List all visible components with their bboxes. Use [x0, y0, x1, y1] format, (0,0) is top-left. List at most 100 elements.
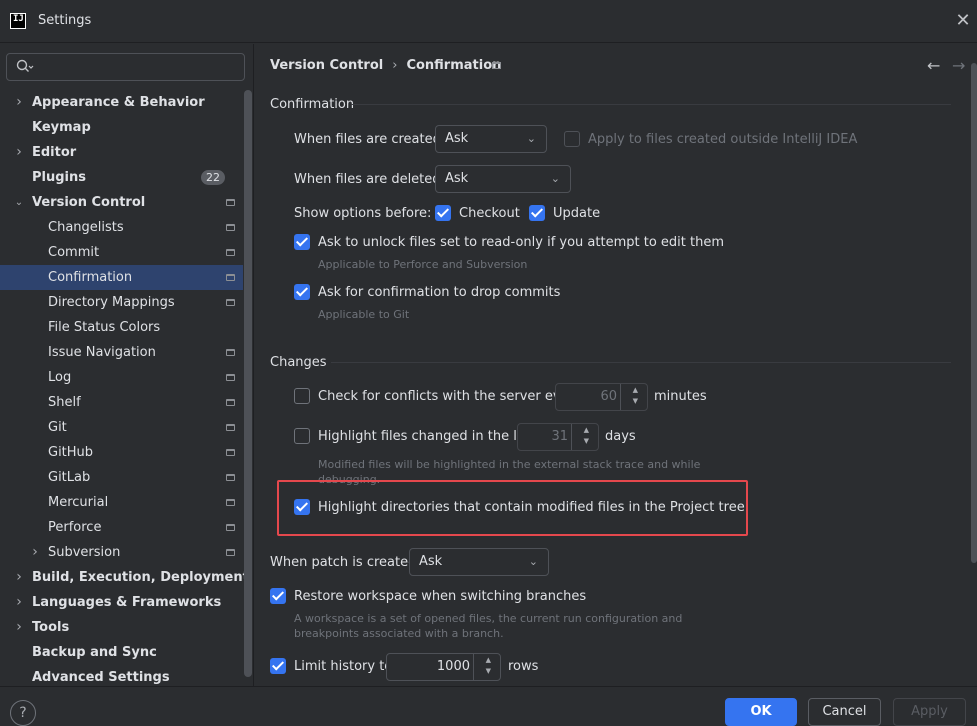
conflicts-interval-spinner[interactable]: 60 ▲ ▼ — [555, 383, 648, 411]
chevron-right-icon[interactable]: › — [13, 565, 25, 590]
history-limit-unit: rows — [508, 659, 539, 674]
settings-tree: › Appearance & Behavior Keymap › Editor Plugi… — [0, 90, 249, 690]
chevron-right-icon[interactable]: › — [13, 590, 25, 615]
sidebar-item-gitlab[interactable]: GitLab — [0, 465, 243, 490]
sidebar-item-label: Perforce — [48, 520, 102, 535]
sidebar-item-perforce[interactable]: Perforce — [0, 515, 243, 540]
content-scrollbar[interactable] — [971, 63, 977, 563]
drop-commits-checkbox[interactable] — [294, 284, 310, 300]
sidebar-scrollbar[interactable] — [244, 90, 252, 677]
cancel-button[interactable]: Cancel — [808, 698, 881, 726]
chevron-right-icon[interactable]: › — [13, 615, 25, 640]
breadcrumb-parent[interactable]: Version Control — [270, 58, 383, 73]
sidebar-item-plugins[interactable]: Plugins 22 — [0, 165, 243, 190]
checkout-checkbox[interactable] — [435, 205, 451, 221]
update-label: Update — [553, 206, 601, 221]
sidebar-item-issue-navigation[interactable]: Issue Navigation — [0, 340, 243, 365]
sidebar-item-subversion[interactable]: › Subversion — [0, 540, 243, 565]
project-scope-icon — [226, 449, 235, 456]
sidebar-item-version-control[interactable]: ⌄ Version Control — [0, 190, 243, 215]
sidebar-item-tools[interactable]: › Tools — [0, 615, 243, 640]
sidebar-item-label: Mercurial — [48, 495, 109, 510]
sidebar-item-directory-mappings[interactable]: Directory Mappings — [0, 290, 243, 315]
sidebar-item-build-execution-deployment[interactable]: › Build, Execution, Deployment — [0, 565, 249, 590]
limit-history-checkbox[interactable] — [270, 658, 286, 674]
sidebar-item-editor[interactable]: › Editor — [0, 140, 243, 165]
chevron-down-icon[interactable]: ⌄ — [13, 190, 25, 215]
sidebar-item-label: Tools — [32, 620, 70, 635]
sidebar-item-label: Backup and Sync — [32, 645, 157, 660]
sidebar-item-label: Keymap — [32, 120, 91, 135]
sidebar-item-commit[interactable]: Commit — [0, 240, 243, 265]
sidebar-item-changelists[interactable]: Changelists — [0, 215, 243, 240]
sidebar-item-log[interactable]: Log — [0, 365, 243, 390]
forward-arrow-icon[interactable]: → — [952, 56, 965, 75]
update-checkbox[interactable] — [529, 205, 545, 221]
apply-outside-checkbox[interactable] — [564, 131, 580, 147]
project-scope-icon — [226, 524, 235, 531]
unlock-readonly-label: Ask to unlock files set to read-only if … — [318, 235, 725, 250]
highlight-days-unit: days — [605, 429, 636, 444]
patch-created-dropdown[interactable]: Ask ⌄ — [409, 548, 549, 576]
sidebar-item-confirmation[interactable]: Confirmation — [0, 265, 243, 290]
conflicts-interval-value: 60 — [600, 389, 617, 404]
apply-button[interactable]: Apply — [893, 698, 966, 726]
sidebar-item-label: Build, Execution, Deployment — [32, 570, 249, 585]
restore-workspace-checkbox[interactable] — [270, 588, 286, 604]
sidebar-item-backup-and-sync[interactable]: Backup and Sync — [0, 640, 243, 665]
unlock-readonly-checkbox[interactable] — [294, 234, 310, 250]
sidebar-item-shelf[interactable]: Shelf — [0, 390, 243, 415]
highlight-days-value: 31 — [551, 429, 568, 444]
project-scope-icon — [492, 62, 501, 69]
project-scope-icon — [226, 474, 235, 481]
restore-workspace-hint-2: breakpoints associated with a branch. — [294, 627, 504, 640]
highlight-changed-label: Highlight files changed in the last — [318, 429, 537, 444]
ok-button[interactable]: OK — [725, 698, 797, 726]
search-input[interactable] — [6, 53, 245, 81]
history-limit-spinner[interactable]: 1000 ▲ ▼ — [386, 653, 501, 681]
drop-commits-hint: Applicable to Git — [318, 308, 410, 321]
spinner-up-icon[interactable]: ▲ — [584, 426, 589, 435]
sidebar-item-mercurial[interactable]: Mercurial — [0, 490, 243, 515]
files-deleted-value: Ask — [445, 171, 469, 186]
spinner-down-icon[interactable]: ▼ — [584, 437, 589, 446]
sidebar-item-file-status-colors[interactable]: File Status Colors — [0, 315, 243, 340]
spinner-up-icon[interactable]: ▲ — [633, 386, 638, 395]
restore-workspace-hint: A workspace is a set of opened files, th… — [294, 612, 683, 625]
annotation-highlight-box — [277, 480, 748, 536]
settings-sidebar: › Appearance & Behavior Keymap › Editor Plugi… — [0, 44, 254, 686]
sidebar-item-label: Languages & Frameworks — [32, 595, 222, 610]
chevron-down-icon: ⌄ — [550, 172, 560, 185]
highlight-changed-checkbox[interactable] — [294, 428, 310, 444]
sidebar-item-label: GitHub — [48, 445, 94, 460]
check-conflicts-checkbox[interactable] — [294, 388, 310, 404]
sidebar-item-github[interactable]: GitHub — [0, 440, 243, 465]
chevron-down-icon: ⌄ — [528, 555, 538, 568]
spinner-up-icon[interactable]: ▲ — [486, 656, 491, 665]
show-options-label: Show options before: — [294, 206, 432, 221]
highlight-days-spinner[interactable]: 31 ▲ ▼ — [517, 423, 599, 451]
apply-outside-label: Apply to files created outside IntelliJ … — [588, 132, 858, 147]
sidebar-item-languages-frameworks[interactable]: › Languages & Frameworks — [0, 590, 243, 615]
help-button[interactable]: ? — [10, 700, 36, 726]
highlight-changed-hint: Modified files will be highlighted in th… — [318, 458, 701, 471]
close-icon[interactable]: ✕ — [954, 12, 972, 30]
sidebar-item-git[interactable]: Git — [0, 415, 243, 440]
spinner-down-icon[interactable]: ▼ — [633, 397, 638, 406]
section-divider — [351, 104, 951, 105]
chevron-right-icon[interactable]: › — [13, 140, 25, 165]
breadcrumb-separator: › — [392, 58, 398, 73]
files-created-dropdown[interactable]: Ask ⌄ — [435, 125, 547, 153]
unlock-readonly-hint: Applicable to Perforce and Subversion — [318, 258, 528, 271]
sidebar-item-appearance-behavior[interactable]: › Appearance & Behavior — [0, 90, 243, 115]
sidebar-item-label: Changelists — [48, 220, 124, 235]
back-arrow-icon[interactable]: ← — [927, 56, 940, 75]
sidebar-item-keymap[interactable]: Keymap — [0, 115, 243, 140]
files-deleted-dropdown[interactable]: Ask ⌄ — [435, 165, 571, 193]
chevron-right-icon[interactable]: › — [29, 540, 41, 565]
drop-commits-label: Ask for confirmation to drop commits — [318, 285, 561, 300]
spinner-down-icon[interactable]: ▼ — [486, 667, 491, 676]
project-scope-icon — [226, 374, 235, 381]
files-deleted-label: When files are deleted: — [294, 172, 445, 187]
chevron-right-icon[interactable]: › — [13, 90, 25, 115]
